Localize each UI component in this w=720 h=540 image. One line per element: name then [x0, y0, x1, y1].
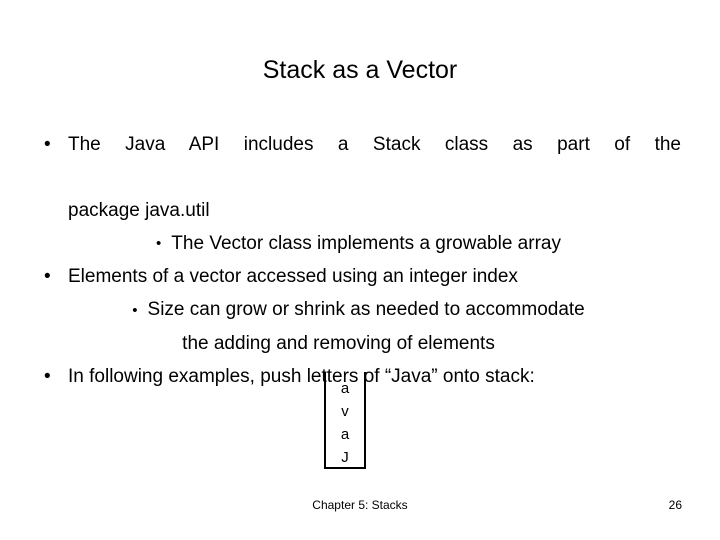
footer-chapter-label: Chapter 5: Stacks: [312, 498, 408, 512]
slide: Stack as a Vector • The Java API include…: [0, 0, 720, 540]
bullet-glyph-icon: •: [44, 365, 51, 387]
list-item: • The Vector class implements a growable …: [36, 227, 681, 260]
list-item-line-1: In following examples, push letters of “…: [68, 365, 535, 387]
list-item: • Size can grow or shrink as needed to ac…: [36, 293, 681, 326]
list-item: • Elements of a vector accessed using an…: [36, 260, 681, 293]
list-item-line-2: package java.util: [68, 200, 210, 221]
stack-cell: v: [341, 403, 349, 420]
stack-cell: a: [340, 380, 350, 397]
page-title: Stack as a Vector: [262, 56, 458, 84]
bullet-glyph-icon: •: [132, 301, 138, 319]
list-item-continuation: the adding and removing of elements: [36, 327, 681, 360]
stack-cell: J: [341, 449, 349, 466]
footer-page-number: 26: [668, 498, 682, 512]
bullet-glyph-icon: •: [44, 266, 51, 288]
list-item-line-2: the adding and removing of elements: [182, 332, 495, 354]
list-item-line-1: Elements of a vector accessed using an i…: [68, 266, 518, 288]
list-item-line-1: The Vector class implements a growable a…: [171, 233, 561, 254]
bullet-list: • The Java API includes a Stack class as…: [36, 128, 681, 393]
bullet-glyph-icon: •: [44, 134, 51, 155]
list-item-line-1: Size can grow or shrink as needed to acc…: [147, 299, 585, 321]
list-item: • The Java API includes a Stack class as…: [36, 128, 681, 227]
list-item-line-1: The Java API includes a Stack class as p…: [68, 134, 681, 155]
stack-diagram: a v a J: [324, 372, 366, 469]
bullet-glyph-icon: •: [156, 235, 162, 253]
stack-cell: a: [340, 426, 350, 443]
